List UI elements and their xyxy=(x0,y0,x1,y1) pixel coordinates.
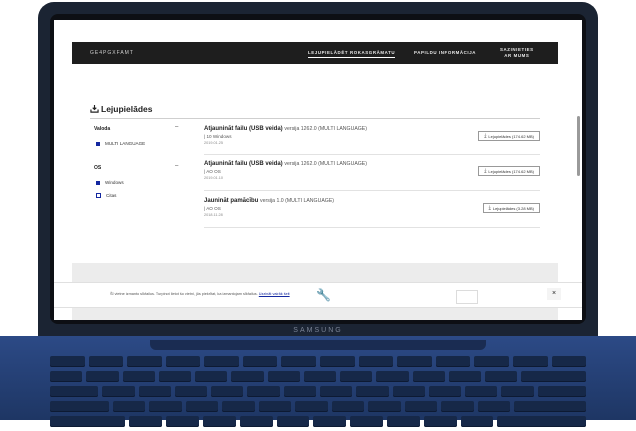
brand-label: SAMSUNG xyxy=(293,327,343,334)
download-version: versija 1.0 (MULTI LANGUAGE) xyxy=(260,198,335,204)
download-icon: ⤓ xyxy=(484,168,487,174)
download-title: Atjaunināt failu (USB veida) xyxy=(204,126,283,132)
model-code: GE4PGXFAMT xyxy=(90,50,134,56)
download-icon: ⤓ xyxy=(488,205,491,211)
section-divider xyxy=(90,118,540,119)
nav-contact-line2: AR MUMS xyxy=(504,53,530,58)
download-icon xyxy=(90,105,99,113)
download-date: 2019.01.25 xyxy=(204,141,224,145)
filter-language-title: Valoda xyxy=(94,126,111,132)
filter-os-title: OS xyxy=(94,165,102,171)
scrollbar-thumb[interactable] xyxy=(577,116,580,176)
download-button-label: Lejupielādes (3.28 MB) xyxy=(492,205,534,211)
filter-option-label: MULTI LANGUAGE xyxy=(105,141,146,146)
download-date: 2019.01.10 xyxy=(204,176,224,180)
nav-download-manual[interactable]: LEJUPIELĀDĒT ROKASGRĀMATU xyxy=(308,50,396,58)
section-title-text: Lejupielādes xyxy=(101,104,153,114)
wrench-icon: 🔧 xyxy=(316,288,331,302)
download-button[interactable]: ⤓ Lejupielādes (174.62 MB) xyxy=(478,131,540,141)
download-button[interactable]: ⤓ Lejupielādes (174.62 MB) xyxy=(478,166,540,176)
download-button-label: Lejupielādes (174.62 MB) xyxy=(488,133,534,139)
download-icon: ⤓ xyxy=(484,133,487,139)
filter-option-multi-language[interactable]: MULTI LANGUAGE xyxy=(96,141,145,146)
filter-option-label: Citas xyxy=(106,193,117,198)
checkbox-icon xyxy=(96,141,100,146)
item-divider xyxy=(204,227,540,228)
checkbox-icon xyxy=(96,180,100,185)
monitor-icon xyxy=(456,290,478,304)
nav-contact-us[interactable]: SAZINIETIES AR MUMS xyxy=(500,47,534,59)
download-item: Atjaunināt failu (USB veida) versija 126… xyxy=(204,126,540,145)
download-button-label: Lejupielādes (174.62 MB) xyxy=(488,168,534,174)
cookie-learn-more-link[interactable]: Uzzināt vairāk šeit xyxy=(259,292,290,296)
top-nav: GE4PGXFAMT LEJUPIELĀDĒT ROKASGRĀMATU PAP… xyxy=(72,42,558,64)
filter-option-other[interactable]: Citas xyxy=(96,193,116,198)
cookie-text: Šī vietne izmanto sīkfailus. Turpinot li… xyxy=(110,292,290,296)
item-divider xyxy=(204,190,540,191)
close-icon[interactable]: × xyxy=(547,288,561,300)
download-title: Atjaunināt failu (USB veida) xyxy=(204,161,283,167)
browser-viewport: GE4PGXFAMT LEJUPIELĀDĒT ROKASGRĀMATU PAP… xyxy=(54,20,582,320)
filter-option-label: Windows xyxy=(105,180,124,185)
filter-os-toggle[interactable]: – xyxy=(175,163,178,169)
download-button[interactable]: ⤓ Lejupielādes (3.28 MB) xyxy=(482,203,540,213)
nav-more-info[interactable]: PAPILDU INFORMĀCIJA xyxy=(414,50,476,55)
download-item: Jaunināt pamācību versija 1.0 (MULTI LAN… xyxy=(204,198,540,217)
laptop-hinge xyxy=(150,340,486,350)
download-date: 2018.11.28 xyxy=(204,213,223,217)
section-title: Lejupielādes xyxy=(90,104,153,114)
download-item: Atjaunināt failu (USB veida) versija 126… xyxy=(204,161,540,180)
filter-option-windows[interactable]: Windows xyxy=(96,180,124,185)
download-version: versija 1262.0 (MULTI LANGUAGE) xyxy=(284,161,367,167)
download-title: Jaunināt pamācību xyxy=(204,198,259,204)
item-divider xyxy=(204,154,540,155)
checkbox-icon xyxy=(96,193,101,198)
filter-language-toggle[interactable]: – xyxy=(175,124,178,130)
download-version: versija 1262.0 (MULTI LANGUAGE) xyxy=(284,126,367,132)
cookie-message: Šī vietne izmanto sīkfailus. Turpinot li… xyxy=(110,292,258,296)
